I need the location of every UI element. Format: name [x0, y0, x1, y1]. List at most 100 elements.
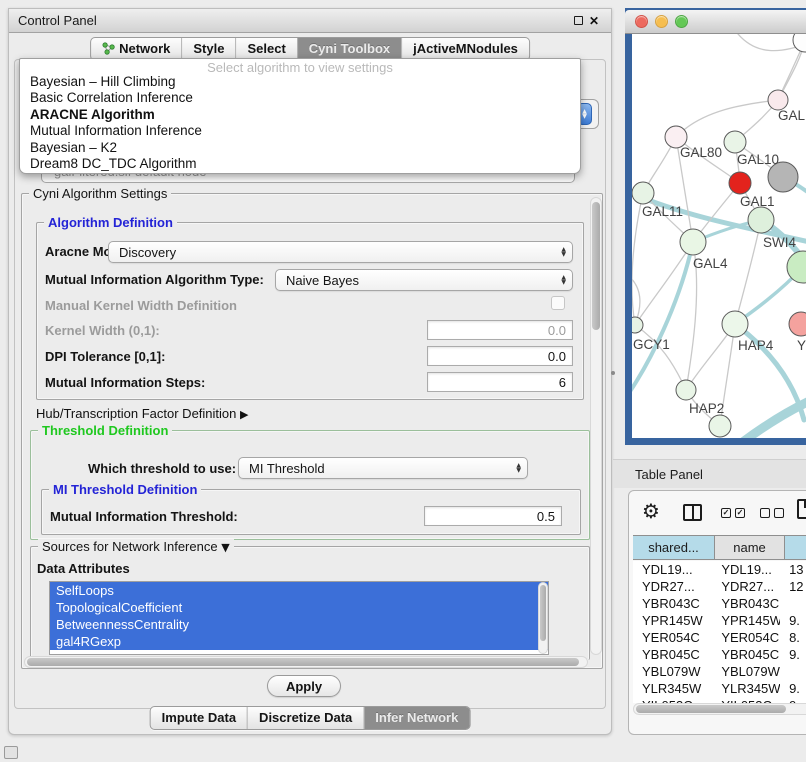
table-panel-titlebar: Table Panel: [613, 459, 806, 488]
mi-threshold-label: Mutual Information Threshold:: [50, 509, 238, 524]
new-table-icon[interactable]: [797, 499, 806, 519]
network-node[interactable]: [680, 229, 706, 255]
table-header: shared... name: [633, 535, 806, 560]
algorithm-option-bayesian-hill-climbing[interactable]: Bayesian – Hill Climbing: [20, 74, 580, 90]
minimize-window-icon[interactable]: [655, 15, 668, 28]
algorithm-option-basic-correlation-inference[interactable]: Basic Correlation Inference: [20, 90, 580, 106]
collapse-arrow-icon: ▼: [221, 541, 229, 554]
settings-vertical-scrollbar[interactable]: [590, 197, 602, 655]
node-label-swi4: SWI4: [763, 235, 796, 250]
network-canvas[interactable]: GALGAL80GAL10GAL1GAL11SWI4GAL4GCY1HAP4YH…: [632, 34, 806, 438]
algorithm-option-bayesian-k2[interactable]: Bayesian – K2: [20, 140, 580, 156]
network-view-window: GALGAL80GAL10GAL1GAL11SWI4GAL4GCY1HAP4YH…: [625, 8, 806, 445]
screen: Control Panel ✕ NetworkStyleSelect Cyni T…: [0, 0, 806, 762]
mi-steps-label: Mutual Information Steps:: [45, 375, 205, 390]
network-node[interactable]: [748, 207, 774, 233]
algorithm-popup-list: Bayesian – Hill ClimbingBasic Correlatio…: [20, 74, 580, 172]
network-node[interactable]: [793, 34, 806, 52]
close-window-icon[interactable]: [635, 15, 648, 28]
close-panel-icon[interactable]: ✕: [586, 13, 602, 29]
table-row[interactable]: YDR27...YDR27...12: [633, 578, 806, 595]
splitter-handle[interactable]: [611, 371, 615, 375]
sources-legend[interactable]: Sources for Network Inference ▼: [38, 539, 234, 554]
table-cell: YER054C: [633, 629, 712, 646]
algorithm-option-dream8-dc-tdc-algorithm[interactable]: Dream8 DC_TDC Algorithm: [20, 156, 580, 172]
table-row[interactable]: YDL19...YDL19...13: [633, 561, 806, 578]
apply-button[interactable]: Apply: [267, 675, 341, 697]
tab-cyni-toolbox[interactable]: Cyni Toolbox: [297, 38, 401, 60]
attributes-scrollbar[interactable]: [538, 582, 548, 654]
table-cell: 8.: [780, 629, 806, 646]
split-columns-icon[interactable]: [683, 504, 702, 521]
manual-kernel-checkbox[interactable]: [551, 296, 565, 310]
tab-label: Cyni Toolbox: [309, 41, 390, 56]
combo-stepper-icon: ▲▼: [516, 463, 521, 473]
algorithm-definition-legend: Algorithm Definition: [44, 215, 177, 230]
network-node[interactable]: [724, 131, 746, 153]
table-horizontal-scrollbar[interactable]: [633, 703, 806, 715]
network-node[interactable]: [768, 90, 788, 110]
algorithm-definition-group: Algorithm Definition Aracne Mode: Discov…: [36, 222, 584, 400]
table-row[interactable]: YBL079WYBL079W: [633, 663, 806, 680]
collapsed-panel-button[interactable]: [4, 746, 18, 759]
table-row[interactable]: YLR345WYLR345W9.: [633, 680, 806, 697]
network-node[interactable]: [632, 182, 654, 204]
mi-type-combobox[interactable]: Naive Bayes ▲▼: [275, 269, 573, 291]
which-threshold-combobox[interactable]: MI Threshold ▲▼: [238, 457, 528, 479]
tab-network[interactable]: Network: [91, 38, 181, 60]
node-label-gal80: GAL80: [680, 145, 722, 160]
table-cell: 9.: [780, 612, 806, 629]
panel-title: Control Panel: [18, 13, 97, 28]
network-node[interactable]: [722, 311, 748, 337]
kernel-width-field[interactable]: 0.0: [427, 320, 573, 340]
settings-horizontal-scrollbar[interactable]: [24, 656, 588, 668]
tab-select[interactable]: Select: [235, 38, 296, 60]
control-panel-titlebar: Control Panel ✕: [9, 9, 611, 33]
mi-steps-field[interactable]: 6: [427, 372, 573, 392]
network-node[interactable]: [789, 312, 806, 336]
network-node[interactable]: [729, 172, 751, 194]
table-rows[interactable]: YDL19...YDL19...13YDR27...YDR27...12YBR0…: [633, 561, 806, 703]
deselect-all-checkboxes-icon[interactable]: [760, 508, 784, 518]
tab-jactivemnodules[interactable]: jActiveMNodules: [401, 38, 529, 60]
column-header-partial[interactable]: [785, 536, 806, 559]
data-attributes-list[interactable]: SelfLoopsTopologicalCoefficientBetweenne…: [49, 581, 549, 655]
algorithm-option-mutual-information-inference[interactable]: Mutual Information Inference: [20, 123, 580, 139]
hub-definition-toggle[interactable]: Hub/Transcription Factor Definition ▶: [36, 406, 248, 421]
network-node[interactable]: [676, 380, 696, 400]
aracne-mode-combobox[interactable]: Discovery ▲▼: [108, 241, 573, 263]
network-node[interactable]: [709, 415, 731, 437]
attribute-item-selfloops[interactable]: SelfLoops: [50, 582, 548, 599]
attribute-item-gal4rgexp[interactable]: gal4RGexp: [50, 633, 548, 650]
mi-threshold-field[interactable]: 0.5: [424, 506, 562, 526]
mi-type-value: Naive Bayes: [286, 273, 359, 288]
attribute-item-topologicalcoefficient[interactable]: TopologicalCoefficient: [50, 599, 548, 616]
tab-label: Infer Network: [375, 710, 458, 725]
settings-gear-icon[interactable]: ⚙: [642, 499, 660, 523]
dpi-tolerance-field[interactable]: 0.0: [427, 346, 573, 366]
table-row[interactable]: YPR145WYPR145W9.: [633, 612, 806, 629]
tab-style[interactable]: Style: [181, 38, 235, 60]
network-window-titlebar: [625, 10, 806, 34]
algorithm-option-aracne-algorithm[interactable]: ARACNE Algorithm: [20, 107, 580, 123]
which-threshold-label: Which threshold to use:: [88, 461, 236, 476]
attribute-item-betweennesscentrality[interactable]: BetweennessCentrality: [50, 616, 548, 633]
table-row[interactable]: YBR045CYBR045C9.: [633, 646, 806, 663]
table-cell: [780, 595, 806, 612]
network-node[interactable]: [632, 317, 643, 333]
table-row[interactable]: YBR043CYBR043C: [633, 595, 806, 612]
table-cell: YLR345W: [633, 680, 712, 697]
zoom-window-icon[interactable]: [675, 15, 688, 28]
table-cell: YPR145W: [712, 612, 780, 629]
table-row[interactable]: YER054CYER054C8.: [633, 629, 806, 646]
float-window-icon[interactable]: [570, 13, 586, 29]
column-header-name[interactable]: name: [715, 536, 785, 559]
column-header-shared-name[interactable]: shared...: [633, 536, 715, 559]
table-cell: YBR043C: [633, 595, 712, 612]
select-all-checkboxes-icon[interactable]: ✓✓: [721, 508, 745, 518]
table-cell: 12: [780, 578, 806, 595]
tab-infer-network[interactable]: Infer Network: [363, 707, 469, 729]
tab-impute-data[interactable]: Impute Data: [151, 707, 247, 729]
tab-label: Discretize Data: [259, 710, 352, 725]
tab-discretize-data[interactable]: Discretize Data: [247, 707, 363, 729]
